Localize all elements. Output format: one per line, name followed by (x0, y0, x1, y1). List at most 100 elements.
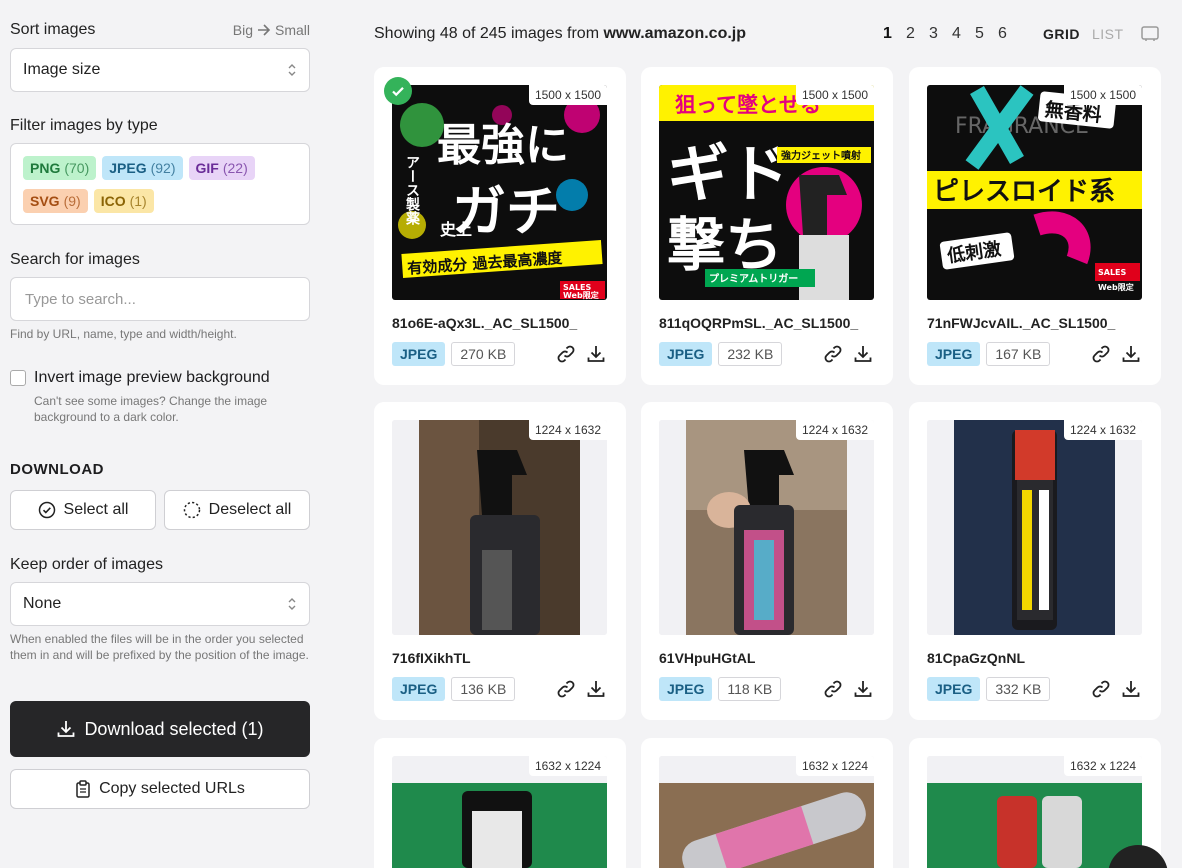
copy-urls-button[interactable]: Copy selected URLs (10, 769, 310, 809)
thumbnail-photo (392, 420, 607, 635)
filter-chip-jpeg[interactable]: JPEG (92) (102, 156, 183, 180)
image-thumbnail[interactable]: 1632 x 1224 (392, 756, 607, 868)
svg-text:史上: 史上 (440, 220, 472, 239)
image-card[interactable]: アース製薬 最強に ガチ 史上 有効成分 過去最高濃度 SALES Web限定 … (374, 67, 626, 385)
link-icon[interactable] (1091, 679, 1111, 699)
image-thumbnail[interactable]: 1224 x 1632 (927, 420, 1142, 635)
image-meta: JPEG 270 KB (392, 342, 516, 366)
image-thumbnail[interactable]: アース製薬 最強に ガチ 史上 有効成分 過去最高濃度 SALES Web限定 … (392, 85, 607, 300)
image-thumbnail[interactable]: 1632 x 1224 (659, 756, 874, 868)
image-thumbnail[interactable]: 1224 x 1632 (392, 420, 607, 635)
sort-direction-toggle[interactable]: Big Small (233, 22, 310, 38)
svg-text:撃ち: 撃ち (667, 211, 783, 279)
image-thumbnail[interactable]: FRAGRANCE 無香料 ピレスロイド系 低刺激 SALES Web限定 15… (927, 85, 1142, 300)
card-actions (556, 679, 606, 699)
download-icon[interactable] (1121, 344, 1141, 364)
image-card[interactable]: 1632 x 1224 (641, 738, 893, 868)
type-badge: JPEG (927, 677, 981, 701)
page-3[interactable]: 3 (928, 25, 939, 43)
image-meta: JPEG 136 KB (392, 677, 516, 701)
download-selected-button[interactable]: Download selected (1) (10, 701, 310, 757)
invert-checkbox[interactable] (10, 370, 26, 386)
size-badge: 118 KB (718, 677, 782, 701)
image-thumbnail[interactable]: 狙って墜とせる ギド 撃ち 強力ジェット噴射 プレミアムトリガー 1500 x … (659, 85, 874, 300)
link-icon[interactable] (823, 679, 843, 699)
page-4[interactable]: 4 (951, 25, 962, 43)
size-badge: 270 KB (451, 342, 516, 366)
svg-text:ギド: ギド (667, 137, 791, 210)
check-circle-icon (38, 501, 55, 519)
svg-text:強力ジェット噴射: 強力ジェット噴射 (781, 149, 861, 162)
invert-help: Can't see some images? Change the image … (34, 394, 268, 424)
thumbnail-artwork: FRAGRANCE 無香料 ピレスロイド系 低刺激 SALES Web限定 (927, 85, 1142, 300)
download-icon[interactable] (586, 679, 606, 699)
type-badge: JPEG (659, 677, 713, 701)
card-actions (823, 344, 873, 364)
deselect-all-button[interactable]: Deselect all (164, 490, 310, 530)
download-icon[interactable] (1121, 679, 1141, 699)
updown-chevron-icon (288, 64, 296, 76)
size-badge: 232 KB (718, 342, 783, 366)
svg-text:プレミアムトリガー: プレミアムトリガー (709, 272, 798, 285)
type-filter-box: PNG (70) JPEG (92) GIF (22) SVG (9) ICO (1) (10, 143, 310, 225)
filter-chip-png[interactable]: PNG (70) (23, 156, 97, 180)
type-badge: JPEG (927, 342, 981, 366)
search-input[interactable]: Type to search... (10, 277, 310, 321)
link-icon[interactable] (556, 679, 576, 699)
image-filename: 811qOQRPmSL._AC_SL1500_ (659, 315, 859, 331)
filter-title: Filter images by type (10, 117, 158, 134)
select-all-button[interactable]: Select all (10, 490, 156, 530)
image-meta: JPEG 118 KB (659, 677, 782, 701)
size-badge: 136 KB (451, 677, 516, 701)
pagination: 1 2 3 4 5 6 (882, 25, 1008, 43)
link-icon[interactable] (556, 344, 576, 364)
image-meta: JPEG 232 KB (659, 342, 783, 366)
card-actions (1091, 679, 1141, 699)
page-2[interactable]: 2 (905, 25, 916, 43)
download-icon[interactable] (853, 679, 873, 699)
download-icon (58, 721, 75, 737)
sort-select[interactable]: Image size (10, 48, 310, 92)
svg-text:SALES: SALES (1098, 268, 1127, 277)
thumbnail-photo (927, 420, 1142, 635)
image-filename: 716fIXikhTL (392, 650, 471, 666)
filter-chip-gif[interactable]: GIF (22) (188, 156, 255, 180)
download-icon[interactable] (586, 344, 606, 364)
sidebar: Sort images Big Small Image size Filter … (0, 0, 330, 868)
view-list[interactable]: LIST (1092, 26, 1124, 42)
page-6[interactable]: 6 (997, 25, 1008, 43)
svg-text:Web限定: Web限定 (563, 290, 599, 300)
thumbnail-artwork: アース製薬 最強に ガチ 史上 有効成分 過去最高濃度 SALES Web限定 (392, 85, 607, 300)
image-card[interactable]: 1224 x 1632 61VHpuHGtAL JPEG 118 KB (641, 402, 893, 720)
size-badge: 167 KB (986, 342, 1051, 366)
layout-toggle-icon[interactable] (1140, 24, 1160, 42)
image-card[interactable]: 1224 x 1632 81CpaGzQnNL JPEG 332 KB (909, 402, 1161, 720)
image-thumbnail[interactable]: 1224 x 1632 (659, 420, 874, 635)
page-1[interactable]: 1 (882, 25, 893, 43)
download-title: DOWNLOAD (10, 461, 104, 478)
order-title: Keep order of images (10, 556, 163, 573)
image-card[interactable]: 1632 x 1224 (374, 738, 626, 868)
link-icon[interactable] (1091, 344, 1111, 364)
image-dimensions: 1632 x 1224 (795, 756, 874, 776)
card-actions (556, 344, 606, 364)
selected-check-icon[interactable] (384, 77, 412, 105)
updown-chevron-icon (288, 598, 296, 610)
invert-option[interactable]: Invert image preview background (10, 369, 270, 387)
image-card[interactable]: 1224 x 1632 716fIXikhTL JPEG 136 KB (374, 402, 626, 720)
image-thumbnail[interactable]: 1632 x 1224 (927, 756, 1142, 868)
filter-chip-svg[interactable]: SVG (9) (23, 189, 88, 213)
order-select[interactable]: None (10, 582, 310, 626)
filter-chip-ico[interactable]: ICO (1) (93, 189, 154, 213)
link-icon[interactable] (823, 344, 843, 364)
image-dimensions: 1224 x 1632 (528, 420, 607, 440)
image-dimensions: 1500 x 1500 (528, 85, 607, 105)
type-badge: JPEG (659, 342, 713, 366)
image-dimensions: 1224 x 1632 (1063, 420, 1142, 440)
image-card[interactable]: FRAGRANCE 無香料 ピレスロイド系 低刺激 SALES Web限定 15… (909, 67, 1161, 385)
view-grid[interactable]: GRID (1043, 26, 1080, 42)
download-icon[interactable] (853, 344, 873, 364)
page-5[interactable]: 5 (974, 25, 985, 43)
image-filename: 81o6E-aQx3L._AC_SL1500_ (392, 315, 578, 331)
image-card[interactable]: 狙って墜とせる ギド 撃ち 強力ジェット噴射 プレミアムトリガー 1500 x … (641, 67, 893, 385)
